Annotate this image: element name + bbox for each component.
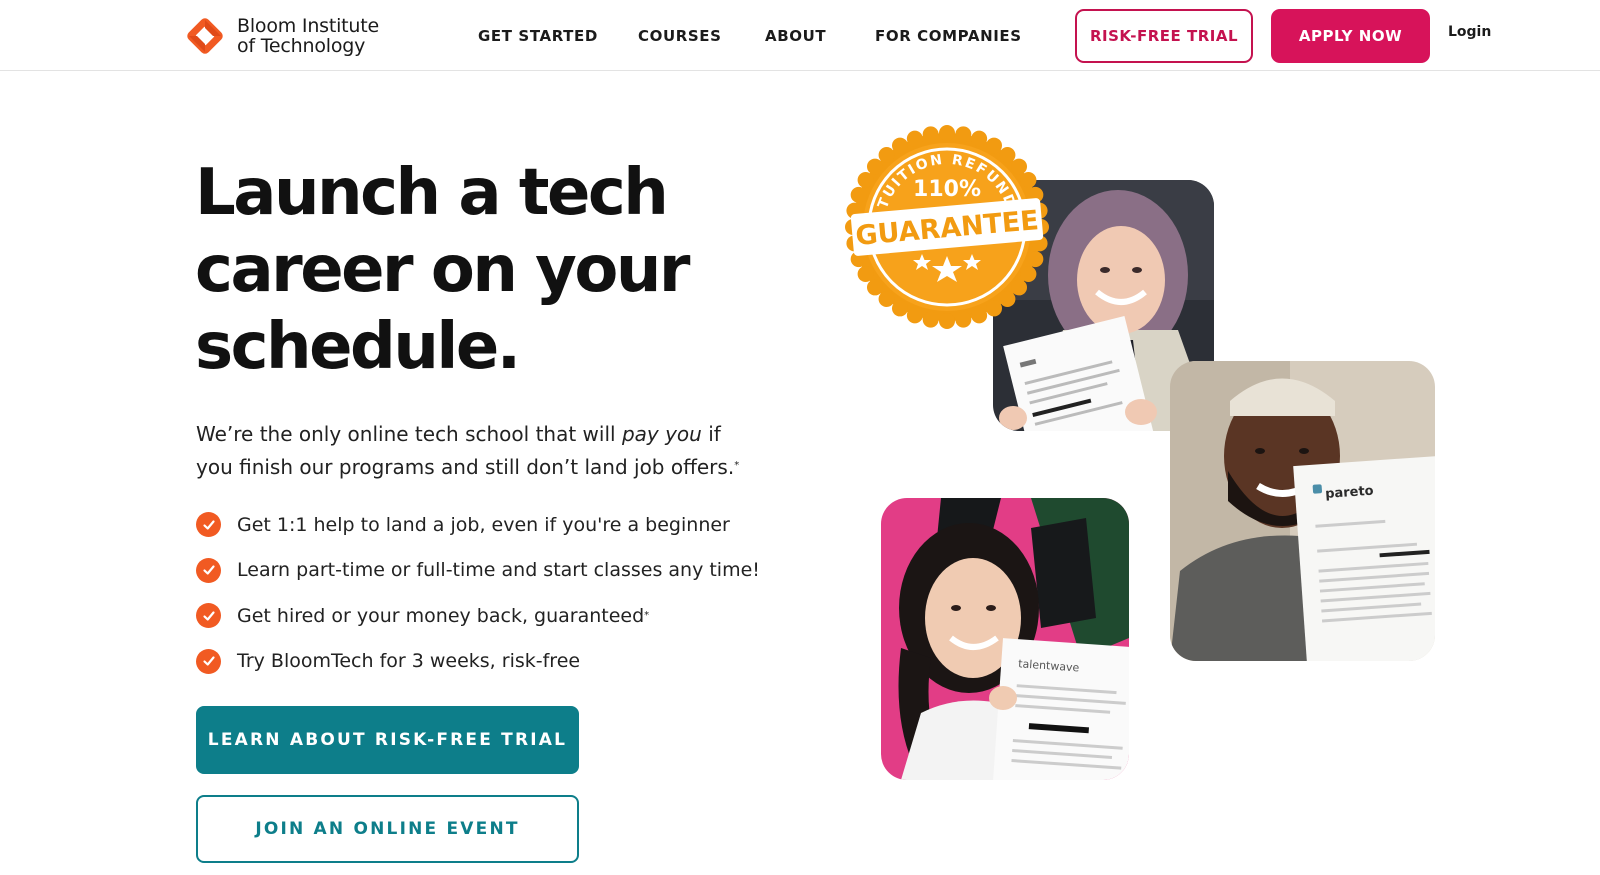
feature-text: Try BloomTech for 3 weeks, risk-free (237, 650, 581, 673)
feature-item: Try BloomTech for 3 weeks, risk-free (196, 639, 760, 685)
check-icon (196, 512, 221, 538)
hero-headline-line3: schedule. (195, 310, 521, 384)
brand-logo[interactable]: Bloom Institute of Technology (185, 14, 379, 58)
intro-emphasis: pay you (621, 422, 702, 446)
feature-item: Get hired or your money back, guaranteed… (196, 593, 760, 639)
brand-name-line1: Bloom Institute (237, 15, 380, 37)
badge-percent: 110% (913, 177, 981, 202)
graduate-photo-bottom: talentwave (881, 498, 1129, 780)
feature-item: Learn part-time or full-time and start c… (196, 548, 760, 594)
hero-headline-line2: career on your (195, 233, 690, 307)
hero-headline-line1: Launch a tech (195, 156, 669, 230)
join-online-event-button[interactable]: JOIN AN ONLINE EVENT (196, 795, 579, 863)
hero-headline: Launch a tech career on your schedule. (195, 155, 715, 386)
feature-footnote-mark: * (644, 610, 650, 622)
feature-list: Get 1:1 help to land a job, even if you'… (196, 502, 760, 684)
brand-name-line2: of Technology (237, 35, 366, 57)
bloomtech-logo-icon (187, 18, 223, 54)
feature-text: Get 1:1 help to land a job, even if you'… (237, 513, 730, 536)
nav-courses[interactable]: COURSES (638, 0, 722, 71)
site-header: Bloom Institute of Technology GET STARTE… (0, 0, 1600, 71)
apply-now-button[interactable]: APPLY NOW (1271, 9, 1430, 63)
feature-text: Get hired or your money back, guaranteed (237, 604, 645, 627)
risk-free-trial-button[interactable]: RISK-FREE TRIAL (1075, 9, 1253, 63)
login-link[interactable]: Login (1448, 24, 1491, 40)
feature-item: Get 1:1 help to land a job, even if you'… (196, 502, 760, 548)
check-icon (196, 603, 221, 629)
nav-about[interactable]: ABOUT (765, 0, 826, 71)
feature-text: Learn part-time or full-time and start c… (237, 559, 760, 582)
hero-intro: We’re the only online tech school that w… (196, 418, 756, 483)
check-icon (196, 648, 221, 674)
check-icon (196, 557, 221, 583)
brand-name: Bloom Institute of Technology (237, 16, 379, 56)
learn-about-trial-button[interactable]: LEARN ABOUT RISK-FREE TRIAL (196, 706, 579, 774)
nav-for-companies[interactable]: FOR COMPANIES (875, 0, 1022, 71)
nav-get-started[interactable]: GET STARTED (478, 0, 598, 71)
refund-guarantee-badge: TUITION REFUND 110% GUARANTEE (844, 124, 1050, 330)
intro-footnote-mark: * (734, 460, 740, 471)
intro-text-start: We’re the only online tech school that w… (196, 422, 622, 446)
graduate-photo-right: pareto (1170, 361, 1435, 661)
